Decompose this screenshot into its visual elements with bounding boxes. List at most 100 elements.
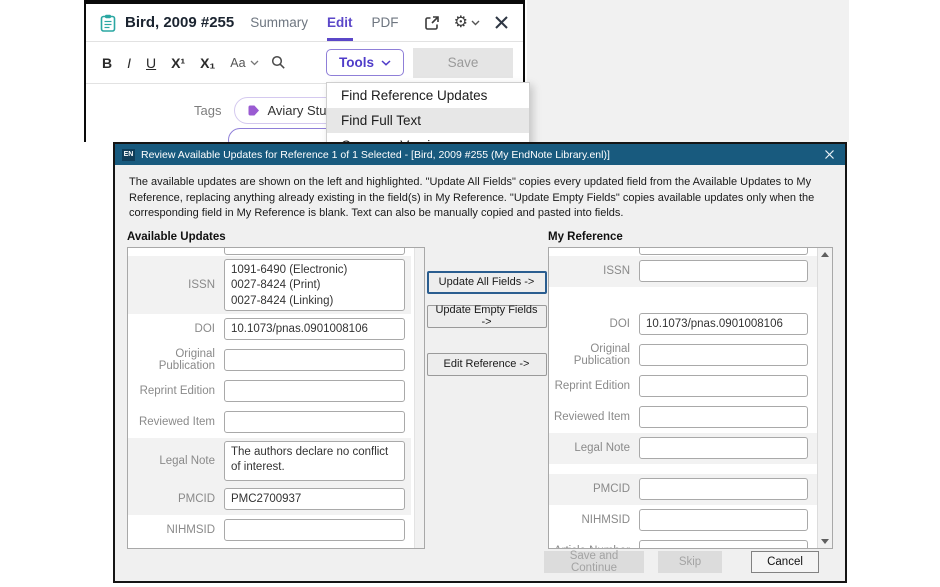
- dialog-titlebar: EN Review Available Updates for Referenc…: [115, 144, 845, 165]
- tools-button-label: Tools: [339, 55, 374, 70]
- clipped-field-box: [224, 248, 405, 255]
- editor-tabs: Summary Edit PDF: [250, 4, 398, 41]
- update-empty-fields-button[interactable]: Update Empty Fields ->: [427, 305, 547, 328]
- update-all-fields-button[interactable]: Update All Fields ->: [427, 271, 547, 294]
- chevron-down-icon[interactable]: [250, 60, 259, 66]
- field-row-original-publication: Original Publication: [128, 345, 411, 376]
- field-label: Original Publication: [549, 343, 639, 367]
- field-row-pmcid: PMCID: [128, 484, 411, 515]
- field-label: Reprint Edition: [128, 385, 224, 397]
- field-label: Original Publication: [128, 348, 224, 372]
- myref-legal-note-input[interactable]: [639, 437, 808, 459]
- field-row-reprint-edition: Reprint Edition: [128, 376, 411, 407]
- available-legal-note-input[interactable]: [224, 441, 405, 481]
- menu-item-find-reference-updates[interactable]: Find Reference Updates: [327, 83, 529, 108]
- field-row-nihmsid: NIHMSID: [128, 515, 411, 546]
- field-label: PMCID: [128, 493, 224, 505]
- available-updates-header: Available Updates: [127, 231, 425, 243]
- available-doi-input[interactable]: [224, 318, 405, 340]
- field-label: Reviewed Item: [128, 416, 224, 428]
- field-row-article-number: Article Number: [128, 546, 411, 549]
- dialog-footer: Save and Continue Skip Cancel: [127, 549, 833, 581]
- reference-document-icon: [100, 14, 116, 32]
- left-panel-scrollbar[interactable]: [414, 248, 424, 548]
- edit-reference-button[interactable]: Edit Reference ->: [427, 353, 547, 376]
- my-reference-fields: ISSN DOI Original Publication Reprint Editi…: [548, 247, 833, 549]
- italic-button[interactable]: I: [127, 55, 131, 71]
- available-issn-input[interactable]: [224, 259, 405, 311]
- skip-button[interactable]: Skip: [658, 551, 722, 573]
- available-updates-panel: ISSN DOI Original Publication Reprint Editi…: [127, 247, 425, 549]
- available-reprint-edition-input[interactable]: [224, 380, 405, 402]
- field-row-issn: ISSN: [549, 256, 817, 287]
- reference-title: Bird, 2009 #255: [125, 14, 234, 31]
- settings-gear-icon[interactable]: ⚙: [454, 15, 480, 31]
- chevron-down-icon: [381, 60, 391, 66]
- tab-pdf[interactable]: PDF: [372, 4, 399, 41]
- field-row-article-number: Article Number: [549, 536, 817, 549]
- formatting-toolbar: B I U X¹ X₁ Aa Tools Save: [86, 42, 523, 84]
- dialog-title: Review Available Updates for Reference 1…: [141, 149, 806, 161]
- field-label: Legal Note: [128, 455, 224, 467]
- field-row-doi: DOI: [549, 309, 817, 340]
- field-row-legal-note: Legal Note: [128, 438, 411, 484]
- close-window-icon[interactable]: [494, 15, 509, 30]
- available-nihmsid-input[interactable]: [224, 519, 405, 541]
- tag-chip-label: Aviary Stud: [267, 103, 333, 118]
- scroll-down-icon[interactable]: [821, 539, 829, 544]
- dialog-close-icon[interactable]: [812, 150, 838, 159]
- tag-icon: [247, 104, 260, 117]
- endnote-app-icon: EN: [122, 149, 135, 161]
- reference-editor-window: Bird, 2009 #255 Summary Edit PDF ⚙ B I U…: [84, 0, 525, 142]
- field-row-reprint-edition: Reprint Edition: [549, 371, 817, 402]
- field-row-original-publication: Original Publication: [549, 340, 817, 371]
- myref-nihmsid-input[interactable]: [639, 509, 808, 531]
- field-row-legal-note: Legal Note: [549, 433, 817, 464]
- field-label: Reprint Edition: [549, 380, 639, 392]
- field-label: NIHMSID: [549, 514, 639, 526]
- available-original-publication-input[interactable]: [224, 349, 405, 371]
- save-button[interactable]: Save: [413, 48, 513, 78]
- font-case-button[interactable]: Aa: [230, 56, 245, 70]
- scroll-up-icon[interactable]: [821, 252, 829, 257]
- right-panel-scrollbar[interactable]: [817, 248, 832, 548]
- panel-spacer-row: [549, 287, 817, 309]
- available-pmcid-input[interactable]: [224, 488, 405, 510]
- available-reviewed-item-input[interactable]: [224, 411, 405, 433]
- field-row-reviewed-item: Reviewed Item: [549, 402, 817, 433]
- field-row-nihmsid: NIHMSID: [549, 505, 817, 536]
- available-updates-fields: ISSN DOI Original Publication Reprint Editi…: [127, 247, 425, 549]
- myref-original-publication-input[interactable]: [639, 344, 808, 366]
- superscript-button[interactable]: X¹: [171, 55, 185, 71]
- myref-reprint-edition-input[interactable]: [639, 375, 808, 397]
- review-updates-dialog: EN Review Available Updates for Referenc…: [113, 142, 847, 583]
- cancel-button[interactable]: Cancel: [751, 551, 819, 573]
- tab-edit[interactable]: Edit: [327, 4, 353, 41]
- tools-button[interactable]: Tools: [326, 49, 404, 76]
- field-label: ISSN: [549, 265, 639, 277]
- myref-article-number-input[interactable]: [639, 540, 808, 549]
- field-label: DOI: [128, 323, 224, 335]
- search-icon[interactable]: [271, 55, 286, 70]
- field-row-issn: ISSN: [128, 256, 411, 314]
- tab-summary[interactable]: Summary: [250, 4, 308, 41]
- dialog-instructions: The available updates are shown on the l…: [129, 175, 831, 222]
- menu-item-find-full-text[interactable]: Find Full Text: [327, 108, 529, 133]
- field-label: NIHMSID: [128, 524, 224, 536]
- myref-issn-input[interactable]: [639, 260, 808, 282]
- editor-header: Bird, 2009 #255 Summary Edit PDF ⚙: [86, 4, 523, 42]
- save-and-continue-button[interactable]: Save and Continue: [544, 551, 644, 573]
- my-reference-header: My Reference: [548, 231, 833, 243]
- myref-pmcid-input[interactable]: [639, 478, 808, 500]
- myref-doi-input[interactable]: [639, 313, 808, 335]
- open-in-new-window-icon[interactable]: [424, 15, 440, 31]
- my-reference-panel: ISSN DOI Original Publication Reprint Editi…: [548, 247, 833, 549]
- field-row-reviewed-item: Reviewed Item: [128, 407, 411, 438]
- myref-reviewed-item-input[interactable]: [639, 406, 808, 428]
- underline-button[interactable]: U: [146, 55, 156, 71]
- bold-button[interactable]: B: [102, 55, 112, 71]
- subscript-button[interactable]: X₁: [200, 55, 215, 71]
- update-actions-column: Update All Fields -> Update Empty Fields…: [425, 247, 548, 549]
- field-label: Legal Note: [549, 442, 639, 454]
- tags-label: Tags: [194, 97, 221, 118]
